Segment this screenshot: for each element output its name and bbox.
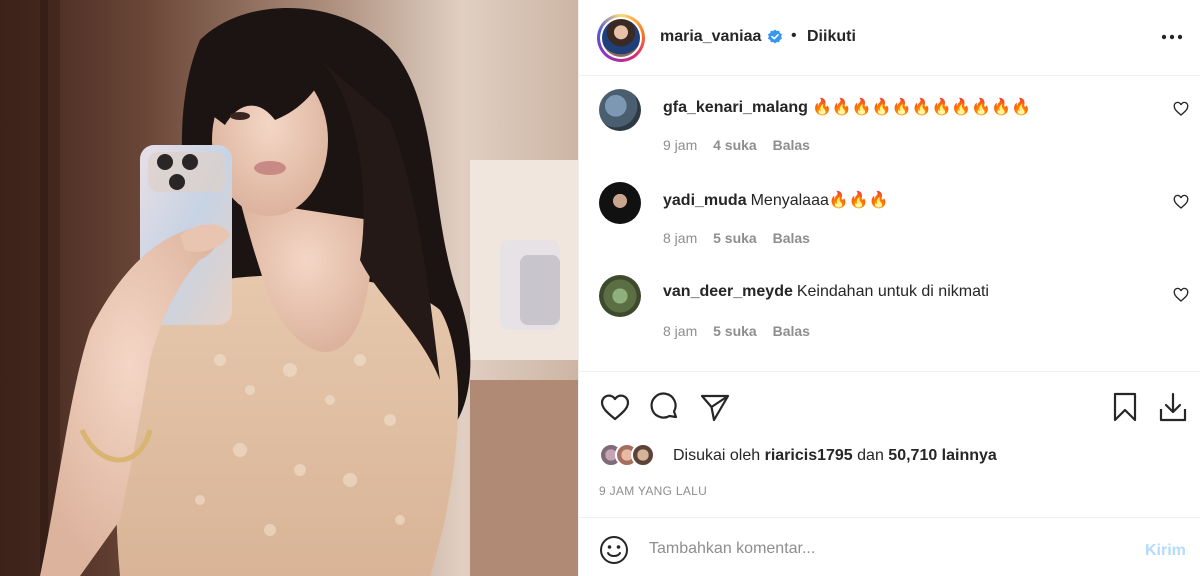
author-avatar[interactable] xyxy=(597,14,645,62)
comment-text: 🔥🔥🔥🔥🔥🔥🔥🔥🔥🔥🔥 xyxy=(811,99,1032,116)
author-avatar-image xyxy=(602,19,640,57)
heart-icon[interactable] xyxy=(1173,194,1189,210)
post-comment-button[interactable]: Kirim xyxy=(1145,542,1186,560)
likes-text: Disukai oleh riaricis1795 dan 50,710 lai… xyxy=(673,447,997,465)
comment-meta: 8 jam 5 suka Balas xyxy=(663,323,822,339)
heart-icon[interactable] xyxy=(1173,287,1189,303)
post-photo[interactable] xyxy=(0,0,578,576)
comment-username-text[interactable]: van_deer_meyde xyxy=(663,283,793,300)
comment-time: 8 jam xyxy=(663,230,698,246)
header-separator: • xyxy=(791,27,797,44)
post-header: maria_vaniaa • Diikuti xyxy=(579,0,1200,76)
comment-username-text[interactable]: yadi_muda xyxy=(663,192,747,209)
likes-prefix: Disukai oleh xyxy=(673,447,761,464)
comment-text: Menyalaaa🔥🔥🔥 xyxy=(750,192,889,209)
download-icon[interactable] xyxy=(1157,391,1189,423)
bookmark-icon[interactable] xyxy=(1109,391,1141,423)
emoji-icon[interactable] xyxy=(599,535,629,565)
comment-meta: 8 jam 5 suka Balas xyxy=(663,230,822,246)
action-bar xyxy=(579,371,1200,441)
following-button[interactable]: Diikuti xyxy=(807,28,856,46)
comment-time: 8 jam xyxy=(663,323,698,339)
comment-composer: Kirim xyxy=(579,517,1200,576)
comment-username[interactable]: van_deer_meyde Keindahan untuk di nikmati xyxy=(663,283,989,301)
comment-username-text[interactable]: gfa_kenari_malang xyxy=(663,99,808,116)
share-send-icon[interactable] xyxy=(699,391,731,423)
liker-avatar[interactable] xyxy=(631,443,655,467)
comment-item: van_deer_meyde Keindahan untuk di nikmati… xyxy=(579,275,1200,367)
post-image xyxy=(0,0,578,576)
like-heart-icon[interactable] xyxy=(599,391,631,423)
heart-icon[interactable] xyxy=(1173,101,1189,117)
commenter-avatar[interactable] xyxy=(599,275,641,317)
comment-reply-button[interactable]: Balas xyxy=(773,230,810,246)
verified-badge-icon xyxy=(768,29,782,44)
more-horizontal-icon[interactable] xyxy=(1159,26,1185,48)
comment-like-count[interactable]: 4 suka xyxy=(713,137,757,153)
author-username[interactable]: maria_vaniaa xyxy=(660,28,761,46)
comment-like-count[interactable]: 5 suka xyxy=(713,230,757,246)
comment-reply-button[interactable]: Balas xyxy=(773,323,810,339)
comment-input[interactable] xyxy=(649,534,1119,564)
comment-item: yadi_muda Menyalaaa🔥🔥🔥 8 jam 5 suka Balas xyxy=(579,182,1200,274)
comment-item: gfa_kenari_malang 🔥🔥🔥🔥🔥🔥🔥🔥🔥🔥🔥 9 jam 4 suk… xyxy=(579,89,1200,181)
likes-conjunction: dan xyxy=(857,447,884,464)
comment-reply-button[interactable]: Balas xyxy=(773,137,810,153)
commenter-avatar[interactable] xyxy=(599,182,641,224)
commenter-avatar[interactable] xyxy=(599,89,641,131)
comment-username[interactable]: gfa_kenari_malang 🔥🔥🔥🔥🔥🔥🔥🔥🔥🔥🔥 xyxy=(663,97,1031,117)
liker-username[interactable]: riaricis1795 xyxy=(765,447,853,464)
post-timestamp[interactable]: 9 JAM YANG LALU xyxy=(599,484,707,498)
comment-username[interactable]: yadi_muda Menyalaaa🔥🔥🔥 xyxy=(663,190,889,210)
comment-like-count[interactable]: 5 suka xyxy=(713,323,757,339)
likes-count[interactable]: 50,710 lainnya xyxy=(888,447,997,464)
comment-meta: 9 jam 4 suka Balas xyxy=(663,137,822,153)
comment-bubble-icon[interactable] xyxy=(649,391,681,423)
post-sidebar: maria_vaniaa • Diikuti gfa_kenari_malang… xyxy=(578,0,1200,576)
comment-time: 9 jam xyxy=(663,137,698,153)
comment-text: Keindahan untuk di nikmati xyxy=(796,283,989,300)
